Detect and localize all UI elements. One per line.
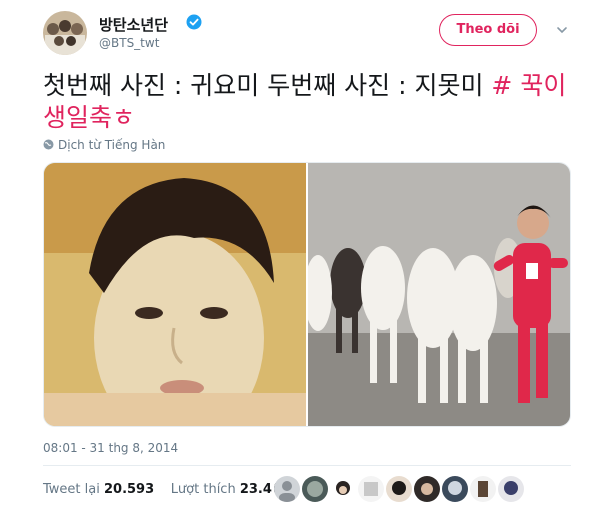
liker-avatar[interactable] xyxy=(272,474,302,504)
liker-avatar[interactable] xyxy=(384,474,414,504)
liker-avatar[interactable] xyxy=(468,474,498,504)
retweets-count[interactable]: 20.593 xyxy=(104,482,154,497)
tweet-timestamp[interactable]: 08:01 - 31 thg 8, 2014 xyxy=(43,441,178,455)
liker-avatar[interactable] xyxy=(440,474,470,504)
avatar[interactable] xyxy=(43,11,87,55)
account-name[interactable]: 방탄소년단 xyxy=(99,14,168,35)
tweet-media[interactable] xyxy=(43,162,571,427)
account-handle[interactable]: @BTS_twt xyxy=(99,36,159,50)
divider xyxy=(43,465,571,466)
tweet-text: 첫번째 사진 : 귀요미 두번째 사진 : 지못미 # 꾹이생일축ㅎ xyxy=(43,70,573,134)
globe-icon xyxy=(43,139,54,150)
liker-avatar[interactable] xyxy=(300,474,330,504)
follow-button[interactable]: Theo dõi xyxy=(439,14,537,46)
translate-label[interactable]: Dịch từ Tiếng Hàn xyxy=(58,138,165,152)
translate-link[interactable]: Dịch từ Tiếng Hàn xyxy=(43,138,165,152)
liker-avatar[interactable] xyxy=(496,474,526,504)
photo-running-horses[interactable] xyxy=(304,163,570,426)
liker-avatar[interactable] xyxy=(412,474,442,504)
photo-face-mask[interactable] xyxy=(44,163,306,426)
verified-badge-icon xyxy=(186,14,202,30)
likes-label[interactable]: Lượt thích xyxy=(171,482,236,497)
liker-avatar[interactable] xyxy=(356,474,386,504)
tweet-body: 첫번째 사진 : 귀요미 두번째 사진 : 지못미 xyxy=(43,71,492,100)
tweet-stats: Tweet lại 20.593 Lượt thích 23.407 xyxy=(43,482,290,497)
retweets-label[interactable]: Tweet lại xyxy=(43,482,100,497)
chevron-down-icon[interactable] xyxy=(555,22,569,36)
liker-avatar[interactable] xyxy=(328,474,358,504)
